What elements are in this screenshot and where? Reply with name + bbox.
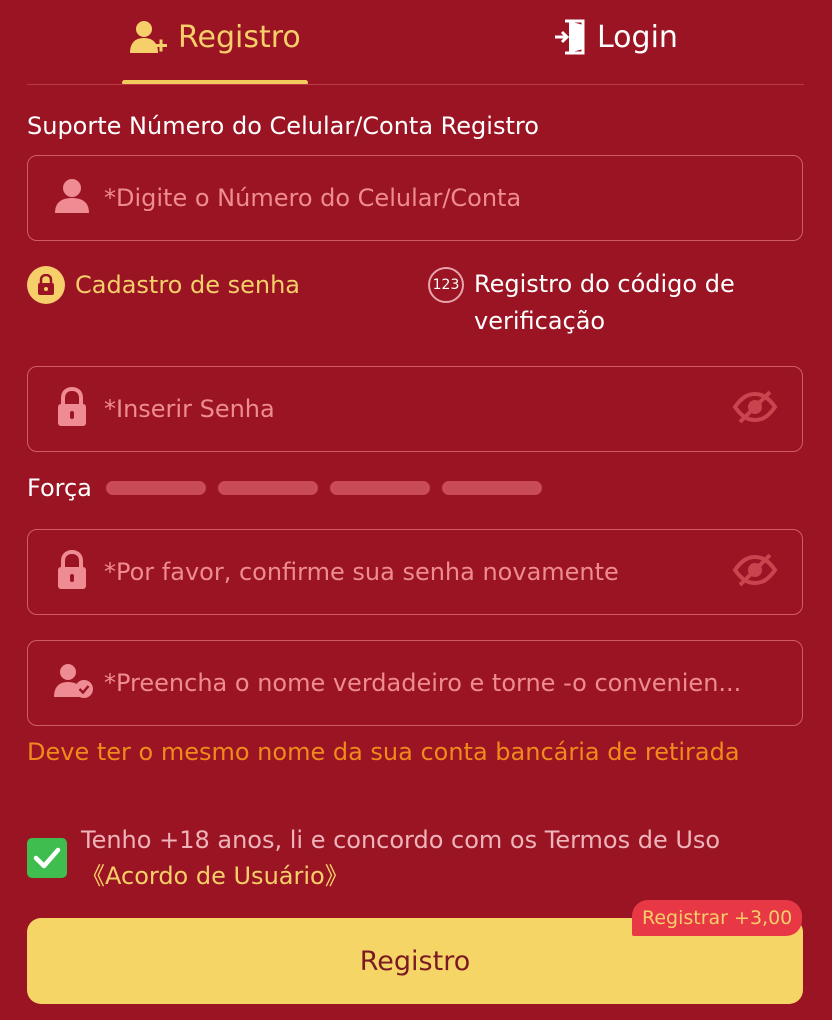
eye-off-icon[interactable]	[732, 389, 778, 429]
tabs-divider	[27, 84, 804, 85]
check-icon	[33, 847, 61, 869]
user-agreement-link[interactable]: 《Acordo de Usuário》	[81, 858, 781, 894]
user-check-icon	[54, 663, 94, 703]
door-enter-icon	[553, 19, 587, 55]
support-label: Suporte Número do Celular/Conta Registro	[27, 112, 539, 140]
agree-checkbox[interactable]	[27, 838, 67, 878]
strength-bars	[105, 481, 542, 495]
required-mark: *	[104, 395, 116, 423]
lock-icon	[27, 266, 65, 304]
strength-label: Força	[27, 474, 92, 502]
method-verification-code[interactable]: 123 Registro do código de verificação	[428, 266, 774, 340]
password-placeholder: Inserir Senha	[116, 395, 275, 423]
account-placeholder: Digite o Número do Celular/Conta	[116, 184, 522, 212]
strength-bar	[217, 481, 318, 495]
password-field[interactable]: *Inserir Senha	[27, 366, 803, 452]
register-page: Registro Login Suporte Número do Celular…	[0, 0, 832, 1020]
strength-bar	[329, 481, 430, 495]
name-placeholder: Preencha o nome verdadeiro e torne -o co…	[116, 669, 742, 697]
method-password[interactable]: Cadastro de senha	[27, 266, 300, 304]
tab-register-label: Registro	[178, 19, 301, 55]
confirm-placeholder: Por favor, confirme sua senha novamente	[116, 558, 619, 586]
eye-off-icon[interactable]	[732, 552, 778, 592]
method-code-label: Registro do código de verificação	[474, 270, 735, 335]
required-mark: *	[104, 184, 116, 212]
real-name-field[interactable]: *Preencha o nome verdadeiro e torne -o c…	[27, 640, 803, 726]
tab-login-label: Login	[597, 19, 678, 55]
confirm-password-field[interactable]: *Por favor, confirme sua senha novamente	[27, 529, 803, 615]
method-password-label: Cadastro de senha	[75, 271, 300, 299]
name-hint: Deve ter o mesmo nome da sua conta bancá…	[27, 738, 740, 766]
agree-text: Tenho +18 anos, li e concordo com os Ter…	[81, 826, 721, 854]
strength-bar	[441, 481, 542, 495]
code-123-icon: 123	[428, 267, 464, 303]
required-mark: *	[104, 669, 116, 697]
account-field[interactable]: *Digite o Número do Celular/Conta	[27, 155, 803, 241]
required-mark: *	[104, 558, 116, 586]
password-strength: Força	[27, 474, 542, 502]
lock-icon	[54, 549, 90, 594]
tab-register[interactable]: Registro	[130, 14, 301, 60]
user-icon	[54, 178, 90, 218]
tab-login[interactable]: Login	[553, 14, 678, 60]
register-bonus-badge: Registrar +3,00	[632, 900, 803, 936]
strength-bar	[105, 481, 206, 495]
auth-tabs: Registro Login	[0, 0, 832, 86]
lock-icon	[54, 386, 90, 431]
user-plus-icon	[130, 20, 168, 54]
